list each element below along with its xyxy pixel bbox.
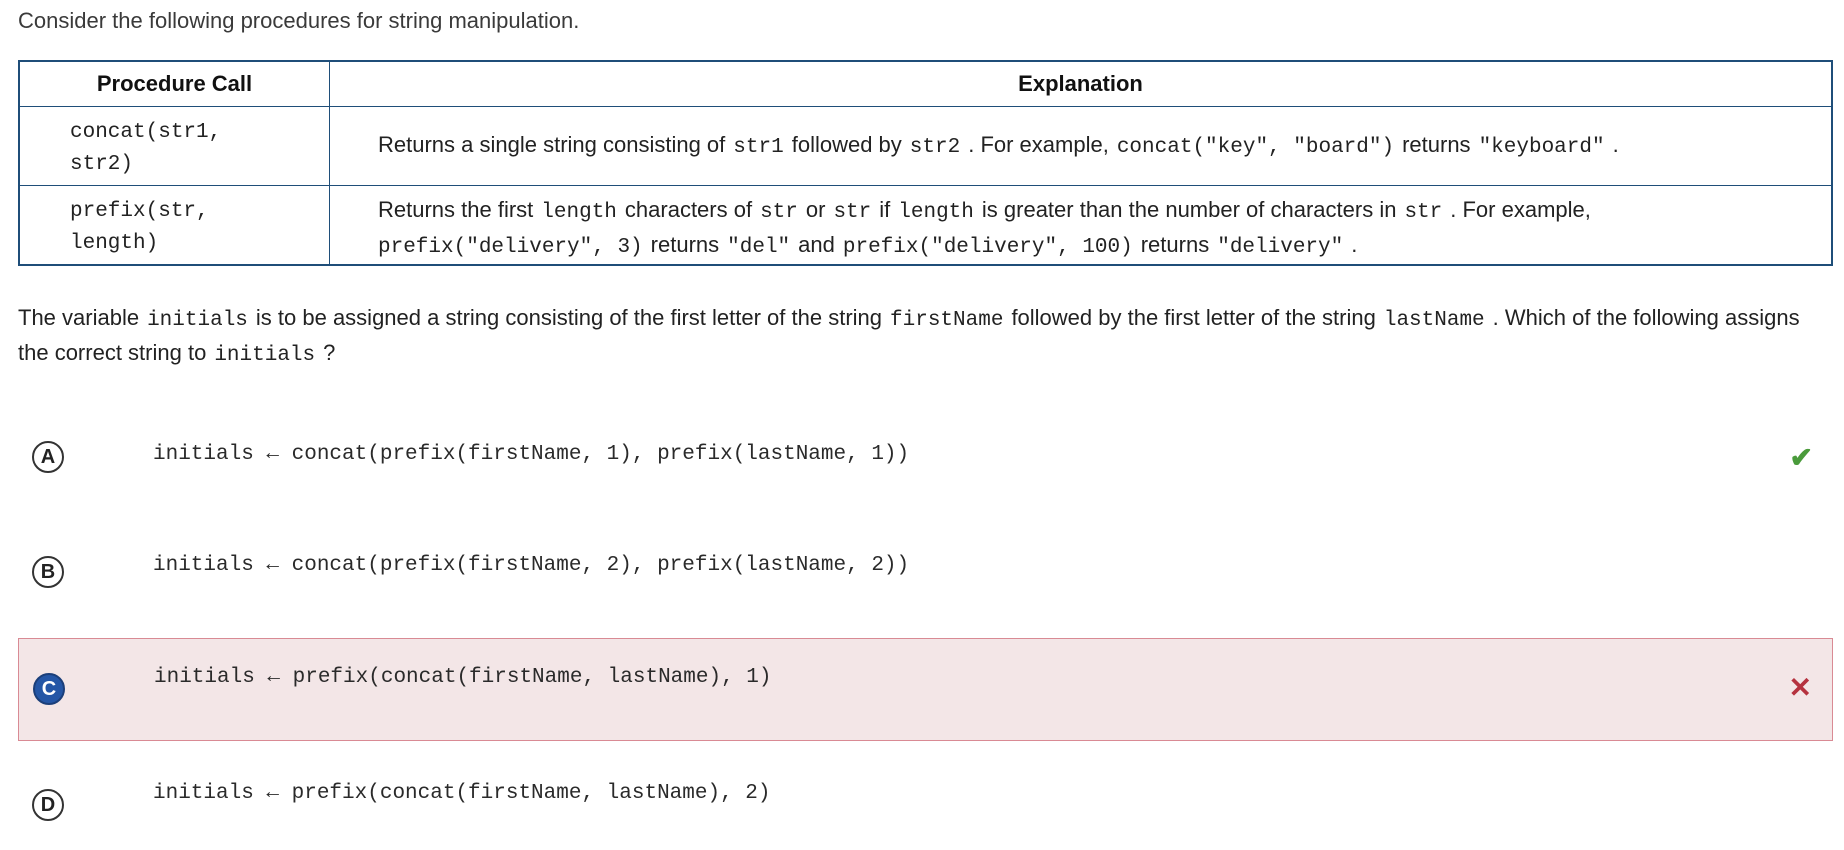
intro-text: Consider the following procedures for st… <box>18 8 580 33</box>
option-code: initials ← prefix(concat(firstName, last… <box>153 782 771 805</box>
answer-option-c[interactable]: C initials ← prefix(concat(firstName, la… <box>18 638 1833 741</box>
explanation-concat: Returns a single string consisting of str… <box>378 132 1619 159</box>
option-code: initials ← concat(prefix(firstName, 2), … <box>153 554 910 577</box>
cross-icon: ✕ <box>1788 672 1812 703</box>
answer-option-a[interactable]: A initials ← concat(prefix(firstName, 1)… <box>18 418 1833 498</box>
option-bubble-a[interactable]: A <box>32 441 64 473</box>
header-procedure-call: Procedure Call <box>20 62 330 106</box>
header-explanation: Explanation <box>1018 71 1143 96</box>
option-bubble-c[interactable]: C <box>33 673 65 705</box>
explanation-prefix: Returns the first length characters of str o… <box>378 197 1591 259</box>
question-text: The variable initials is to be assigned a … <box>18 305 1800 367</box>
procedure-table: Procedure Call Explanation concat(str1, … <box>18 60 1833 266</box>
check-icon: ✔ <box>1789 442 1813 473</box>
answer-option-b[interactable]: B initials ← concat(prefix(firstName, 2)… <box>18 535 1833 615</box>
table-header-row: Procedure Call Explanation <box>20 62 1831 107</box>
answer-option-d[interactable]: D initials ← prefix(concat(firstName, la… <box>18 770 1833 840</box>
option-bubble-b[interactable]: B <box>32 556 64 588</box>
option-code: initials ← concat(prefix(firstName, 1), … <box>153 443 910 466</box>
procedure-call-concat: concat(str1, str2) <box>70 121 222 176</box>
procedure-call-prefix: prefix(str, length) <box>70 200 209 255</box>
option-bubble-d[interactable]: D <box>32 789 64 821</box>
option-code: initials ← prefix(concat(firstName, last… <box>154 666 772 689</box>
table-row: prefix(str, length) Returns the first len… <box>20 186 1831 266</box>
table-row: concat(str1, str2) Returns a single stri… <box>20 107 1831 186</box>
